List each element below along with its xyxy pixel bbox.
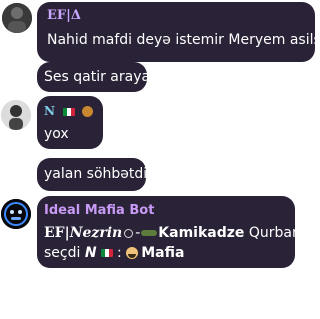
message-bubble-3[interactable]: N yox [37, 96, 103, 149]
avatar-robot-icon [1, 199, 31, 229]
avatar-user-2[interactable] [1, 100, 31, 130]
message-text: Ses qatir araya [44, 69, 151, 85]
role-name: Mafia [141, 245, 185, 261]
message-sender[interactable]: Ideal Mafia Bot [44, 203, 295, 219]
separator: : [112, 245, 127, 261]
message-bubble-5[interactable]: Ideal Mafia Bot EF|Nezrin - Kamikadze Qurb… [37, 196, 305, 268]
avatar-photo-icon [2, 3, 32, 33]
mexico-flag-icon [63, 107, 76, 116]
separator: - [135, 225, 141, 241]
role-name: Kamikadze [158, 225, 245, 241]
ball-icon [82, 106, 94, 117]
sender-name: N [44, 104, 55, 118]
dynamite-icon [141, 230, 158, 236]
message-bubble-2[interactable]: Ses qatir araya [37, 62, 151, 92]
message-sender[interactable]: EF|Δ [47, 8, 309, 24]
message-bubble-1[interactable]: EF|Δ Nahid mafdi deyə istemir Meryem asi… [37, 2, 320, 62]
message-line-2: seçdi N : Mafia [44, 243, 295, 263]
line-suffix: Qurbanı [244, 225, 305, 241]
player-name: Nezrin [69, 225, 123, 241]
player-tag: EF| [44, 225, 70, 241]
message-sender[interactable]: N [44, 103, 103, 119]
spy-face-icon [126, 247, 139, 259]
ring-icon [124, 228, 134, 238]
message-text: yox [44, 126, 69, 142]
message-text: yalan söhbətdi [44, 166, 148, 182]
mexico-flag-icon [100, 249, 113, 257]
avatar-bot[interactable] [1, 199, 31, 229]
line-prefix: seçdi [44, 245, 85, 261]
message-line-1: EF|Nezrin - Kamikadze Qurbanı [44, 223, 305, 243]
avatar-photo-icon [1, 100, 31, 130]
message-text: Nahid mafdi deyə istemir Meryem asilsin [47, 32, 320, 48]
message-bubble-4[interactable]: yalan söhbətdi [37, 158, 148, 191]
avatar-user-1[interactable] [2, 3, 32, 33]
player-name: N [84, 245, 97, 261]
